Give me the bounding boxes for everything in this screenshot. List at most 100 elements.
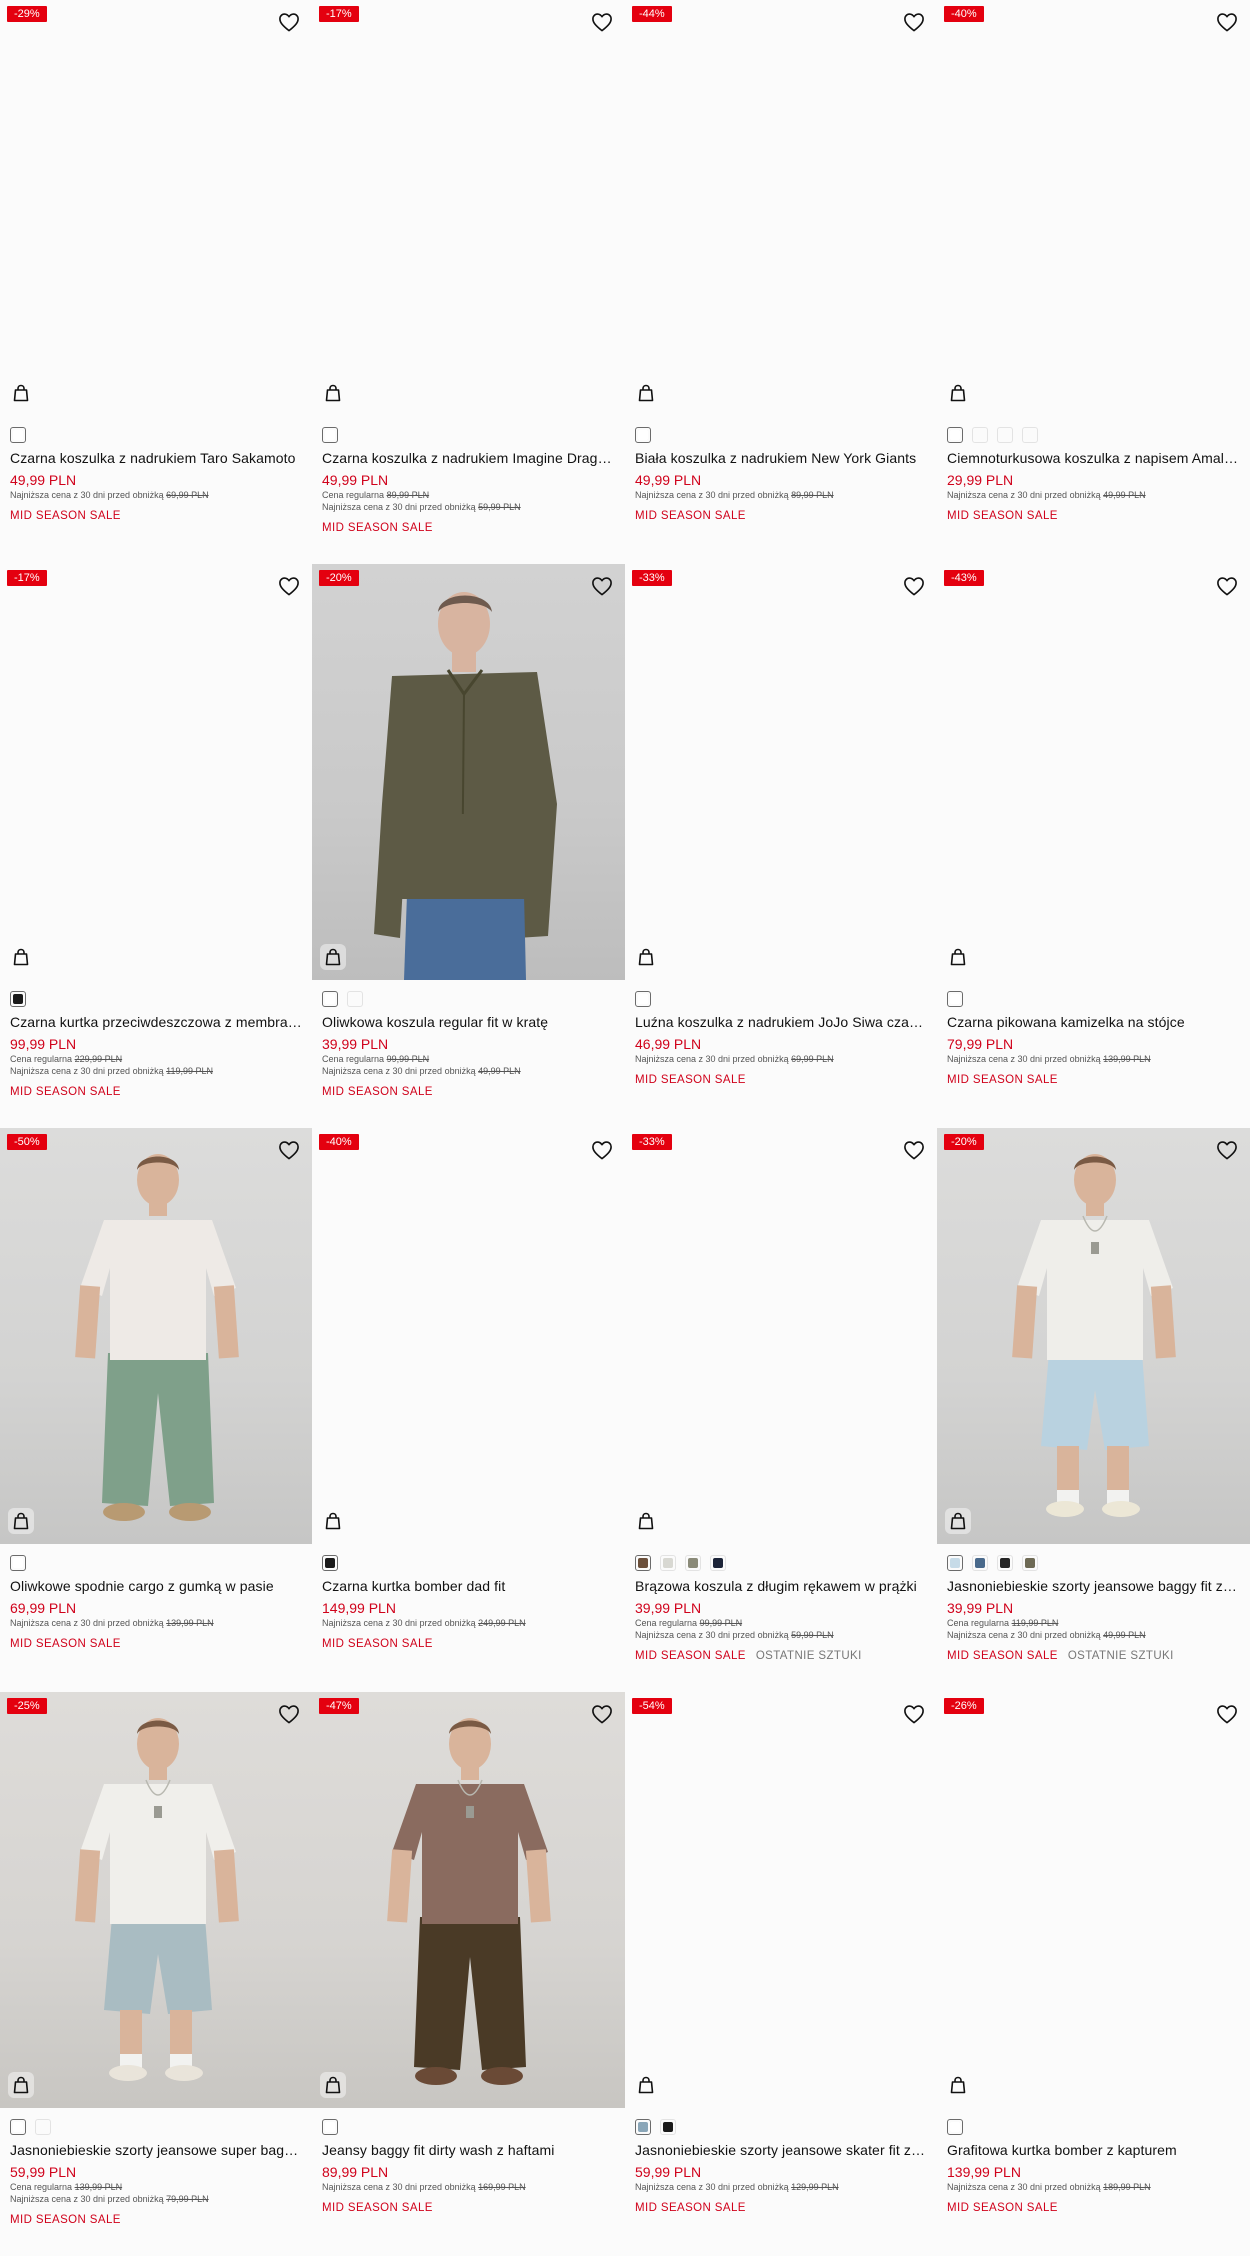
- product-name[interactable]: Jasnoniebieskie szorty jeansowe baggy fi…: [947, 1577, 1240, 1595]
- shopping-bag-icon[interactable]: [633, 944, 659, 970]
- product-name[interactable]: Czarna kurtka przeciwdeszczowa z membran…: [10, 1013, 302, 1031]
- color-swatch[interactable]: [635, 2118, 651, 2135]
- color-swatch[interactable]: [997, 426, 1013, 443]
- color-swatch[interactable]: [685, 1554, 701, 1571]
- color-swatch[interactable]: [10, 2118, 26, 2135]
- heart-icon[interactable]: [591, 12, 613, 32]
- product-card[interactable]: -54% Jasnoniebieskie szorty jeansowe ska…: [625, 1692, 937, 2256]
- product-card[interactable]: -17% Czarna kurtka przeciwdeszczowa z me…: [0, 564, 312, 1128]
- product-card[interactable]: -20% Oliwkowa koszula regular fit w krat…: [312, 564, 625, 1128]
- product-image[interactable]: -29%: [0, 0, 312, 416]
- product-card[interactable]: -29% Czarna koszulka z nadrukiem Taro Sa…: [0, 0, 312, 564]
- shopping-bag-icon[interactable]: [320, 944, 346, 970]
- product-card[interactable]: -44% Biała koszulka z nadrukiem New York…: [625, 0, 937, 564]
- product-image[interactable]: -17%: [0, 564, 312, 980]
- product-name[interactable]: Czarna koszulka z nadrukiem Taro Sakamot…: [10, 449, 302, 467]
- color-swatch[interactable]: [947, 1554, 963, 1571]
- color-swatch[interactable]: [947, 2118, 963, 2135]
- heart-icon[interactable]: [278, 1704, 300, 1724]
- color-swatch[interactable]: [972, 426, 988, 443]
- product-image[interactable]: -47%: [312, 1692, 625, 2108]
- color-swatch[interactable]: [660, 1554, 676, 1571]
- color-swatch[interactable]: [997, 1554, 1013, 1571]
- color-swatch[interactable]: [947, 990, 963, 1007]
- product-card[interactable]: -47% Jeansy baggy fit dirty wash z hafta…: [312, 1692, 625, 2256]
- product-image[interactable]: -20%: [937, 1128, 1250, 1544]
- product-name[interactable]: Grafitowa kurtka bomber z kapturem: [947, 2141, 1240, 2159]
- product-image[interactable]: -33%: [625, 564, 937, 980]
- color-swatch[interactable]: [710, 1554, 726, 1571]
- product-card[interactable]: -43% Czarna pikowana kamizelka na stójce…: [937, 564, 1250, 1128]
- heart-icon[interactable]: [903, 12, 925, 32]
- product-name[interactable]: Czarna pikowana kamizelka na stójce: [947, 1013, 1240, 1031]
- product-name[interactable]: Jeansy baggy fit dirty wash z haftami: [322, 2141, 615, 2159]
- color-swatch[interactable]: [947, 426, 963, 443]
- shopping-bag-icon[interactable]: [633, 380, 659, 406]
- product-image[interactable]: -43%: [937, 564, 1250, 980]
- product-image[interactable]: -25%: [0, 1692, 312, 2108]
- product-image[interactable]: -33%: [625, 1128, 937, 1544]
- heart-icon[interactable]: [591, 1140, 613, 1160]
- color-swatch[interactable]: [635, 426, 651, 443]
- shopping-bag-icon[interactable]: [320, 2072, 346, 2098]
- product-image[interactable]: -26%: [937, 1692, 1250, 2108]
- product-name[interactable]: Brązowa koszula z długim rękawem w prążk…: [635, 1577, 927, 1595]
- product-image[interactable]: -40%: [312, 1128, 625, 1544]
- product-name[interactable]: Oliwkowa koszula regular fit w kratę: [322, 1013, 615, 1031]
- product-name[interactable]: Czarna koszulka z nadrukiem Imagine Drag…: [322, 449, 615, 467]
- product-name[interactable]: Biała koszulka z nadrukiem New York Gian…: [635, 449, 927, 467]
- color-swatch[interactable]: [635, 1554, 651, 1571]
- product-card[interactable]: -20% Jasnoniebieskie szorty jeansowe bag…: [937, 1128, 1250, 1692]
- shopping-bag-icon[interactable]: [633, 2072, 659, 2098]
- heart-icon[interactable]: [278, 1140, 300, 1160]
- heart-icon[interactable]: [1216, 576, 1238, 596]
- color-swatch[interactable]: [10, 426, 26, 443]
- color-swatch[interactable]: [972, 1554, 988, 1571]
- shopping-bag-icon[interactable]: [8, 380, 34, 406]
- product-name[interactable]: Luźna koszulka z nadrukiem JoJo Siwa cza…: [635, 1013, 927, 1031]
- product-name[interactable]: Jasnoniebieskie szorty jeansowe skater f…: [635, 2141, 927, 2159]
- product-card[interactable]: -33% Luźna koszulka z nadrukiem JoJo Siw…: [625, 564, 937, 1128]
- shopping-bag-icon[interactable]: [8, 1508, 34, 1534]
- heart-icon[interactable]: [903, 576, 925, 596]
- shopping-bag-icon[interactable]: [320, 1508, 346, 1534]
- product-image[interactable]: -20%: [312, 564, 625, 980]
- heart-icon[interactable]: [903, 1704, 925, 1724]
- shopping-bag-icon[interactable]: [8, 2072, 34, 2098]
- heart-icon[interactable]: [278, 12, 300, 32]
- product-card[interactable]: -17% Czarna koszulka z nadrukiem Imagine…: [312, 0, 625, 564]
- shopping-bag-icon[interactable]: [8, 944, 34, 970]
- product-name[interactable]: Jasnoniebieskie szorty jeansowe super ba…: [10, 2141, 302, 2159]
- product-card[interactable]: -33% Brązowa koszula z długim rękawem w …: [625, 1128, 937, 1692]
- product-image[interactable]: -40%: [937, 0, 1250, 416]
- color-swatch[interactable]: [10, 1554, 26, 1571]
- color-swatch[interactable]: [35, 2118, 51, 2135]
- heart-icon[interactable]: [591, 1704, 613, 1724]
- color-swatch[interactable]: [322, 1554, 338, 1571]
- shopping-bag-icon[interactable]: [945, 380, 971, 406]
- color-swatch[interactable]: [1022, 1554, 1038, 1571]
- heart-icon[interactable]: [903, 1140, 925, 1160]
- heart-icon[interactable]: [591, 576, 613, 596]
- product-card[interactable]: -40% Czarna kurtka bomber dad fit 149,99…: [312, 1128, 625, 1692]
- color-swatch[interactable]: [322, 426, 338, 443]
- product-card[interactable]: -25% Jasnoniebieskie szorty jeansowe sup…: [0, 1692, 312, 2256]
- heart-icon[interactable]: [1216, 1704, 1238, 1724]
- product-image[interactable]: -17%: [312, 0, 625, 416]
- heart-icon[interactable]: [1216, 12, 1238, 32]
- color-swatch[interactable]: [660, 2118, 676, 2135]
- product-image[interactable]: -44%: [625, 0, 937, 416]
- product-card[interactable]: -26% Grafitowa kurtka bomber z kapturem …: [937, 1692, 1250, 2256]
- product-name[interactable]: Oliwkowe spodnie cargo z gumką w pasie: [10, 1577, 302, 1595]
- shopping-bag-icon[interactable]: [945, 2072, 971, 2098]
- product-card[interactable]: -40% Ciemnoturkusowa koszulka z napisem …: [937, 0, 1250, 564]
- heart-icon[interactable]: [278, 576, 300, 596]
- shopping-bag-icon[interactable]: [320, 380, 346, 406]
- product-name[interactable]: Ciemnoturkusowa koszulka z napisem Amalf…: [947, 449, 1240, 467]
- color-swatch[interactable]: [1022, 426, 1038, 443]
- shopping-bag-icon[interactable]: [945, 1508, 971, 1534]
- product-name[interactable]: Czarna kurtka bomber dad fit: [322, 1577, 615, 1595]
- product-image[interactable]: -54%: [625, 1692, 937, 2108]
- product-card[interactable]: -50% Oliwkowe spodnie cargo z gumką w pa…: [0, 1128, 312, 1692]
- heart-icon[interactable]: [1216, 1140, 1238, 1160]
